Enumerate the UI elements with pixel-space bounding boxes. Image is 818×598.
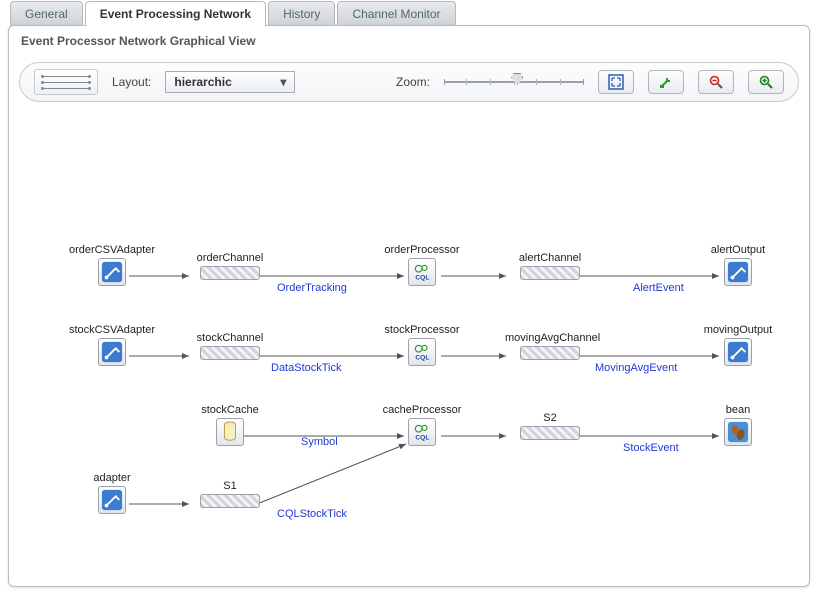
node-stockcsvadapter[interactable]: stockCSVAdapter — [67, 324, 157, 366]
svg-text:CQL: CQL — [415, 275, 429, 282]
node-bean[interactable]: bean — [693, 404, 783, 446]
edge-label: StockEvent — [623, 442, 679, 454]
processor-icon: CQL — [408, 418, 436, 446]
node-orderprocessor[interactable]: orderProcessor CQL — [377, 244, 467, 286]
zoom-out-button[interactable] — [698, 70, 734, 94]
adapter-icon — [724, 338, 752, 366]
layout-select[interactable]: hierarchic — [165, 71, 295, 93]
edge-label: AlertEvent — [633, 282, 684, 294]
node-orderchannel[interactable]: orderChannel — [185, 252, 275, 280]
node-label: alertChannel — [505, 252, 595, 264]
node-adapter[interactable]: adapter — [67, 472, 157, 514]
edge-label: MovingAvgEvent — [595, 362, 677, 374]
tab-channel-monitor[interactable]: Channel Monitor — [337, 1, 455, 26]
channel-icon — [520, 426, 580, 440]
adapter-icon — [98, 338, 126, 366]
node-label: adapter — [67, 472, 157, 484]
processor-icon: CQL — [408, 338, 436, 366]
node-movingavgchannel[interactable]: movingAvgChannel — [505, 332, 595, 360]
node-label: movingAvgChannel — [505, 332, 595, 344]
node-stockchannel[interactable]: stockChannel — [185, 332, 275, 360]
toolbar: Layout: hierarchic Zoom: — [19, 62, 799, 102]
edge-label: CQLStockTick — [277, 508, 347, 520]
node-stockcache[interactable]: stockCache — [185, 404, 275, 446]
tab-general[interactable]: General — [10, 1, 83, 26]
node-label: stockCache — [185, 404, 275, 416]
zoom-slider[interactable] — [444, 79, 584, 85]
adapter-icon — [724, 258, 752, 286]
processor-icon: CQL — [408, 258, 436, 286]
node-stockprocessor[interactable]: stockProcessor CQL — [377, 324, 467, 366]
node-label: stockCSVAdapter — [67, 324, 157, 336]
channel-icon — [200, 346, 260, 360]
node-alertchannel[interactable]: alertChannel — [505, 252, 595, 280]
tab-history[interactable]: History — [268, 1, 335, 26]
node-label: orderChannel — [185, 252, 275, 264]
bean-icon — [724, 418, 752, 446]
node-label: orderCSVAdapter — [67, 244, 157, 256]
node-ordercsvadapter[interactable]: orderCSVAdapter — [67, 244, 157, 286]
fit-screen-button[interactable] — [598, 70, 634, 94]
zoom-in-button[interactable] — [748, 70, 784, 94]
adapter-icon — [98, 258, 126, 286]
node-label: stockChannel — [185, 332, 275, 344]
edge-label: OrderTracking — [277, 282, 347, 294]
svg-text:CQL: CQL — [415, 435, 429, 442]
zoom-label: Zoom: — [396, 75, 430, 89]
node-label: bean — [693, 404, 783, 416]
tab-event-processing-network[interactable]: Event Processing Network — [85, 1, 266, 26]
layout-preview-icon[interactable] — [34, 69, 98, 95]
svg-text:CQL: CQL — [415, 355, 429, 362]
node-label: cacheProcessor — [377, 404, 467, 416]
node-s2[interactable]: S2 — [505, 412, 595, 440]
zoom-slider-thumb[interactable] — [511, 73, 523, 85]
actual-size-button[interactable] — [648, 70, 684, 94]
adapter-icon — [98, 486, 126, 514]
node-movingoutput[interactable]: movingOutput — [693, 324, 783, 366]
cache-icon — [216, 418, 244, 446]
epn-panel: Event Processor Network Graphical View L… — [8, 25, 810, 587]
node-label: S1 — [185, 480, 275, 492]
channel-icon — [520, 346, 580, 360]
diagram-canvas[interactable]: orderCSVAdapter orderChannel orderProces… — [9, 116, 809, 586]
channel-icon — [520, 266, 580, 280]
node-label: movingOutput — [693, 324, 783, 336]
channel-icon — [200, 494, 260, 508]
node-alertoutput[interactable]: alertOutput — [693, 244, 783, 286]
node-label: orderProcessor — [377, 244, 467, 256]
node-label: stockProcessor — [377, 324, 467, 336]
node-cacheprocessor[interactable]: cacheProcessor CQL — [377, 404, 467, 446]
panel-title: Event Processor Network Graphical View — [9, 26, 809, 56]
node-label: S2 — [505, 412, 595, 424]
layout-label: Layout: — [112, 75, 151, 89]
edge-label: Symbol — [301, 436, 338, 448]
node-s1[interactable]: S1 — [185, 480, 275, 508]
edge-label: DataStockTick — [271, 362, 342, 374]
node-label: alertOutput — [693, 244, 783, 256]
channel-icon — [200, 266, 260, 280]
